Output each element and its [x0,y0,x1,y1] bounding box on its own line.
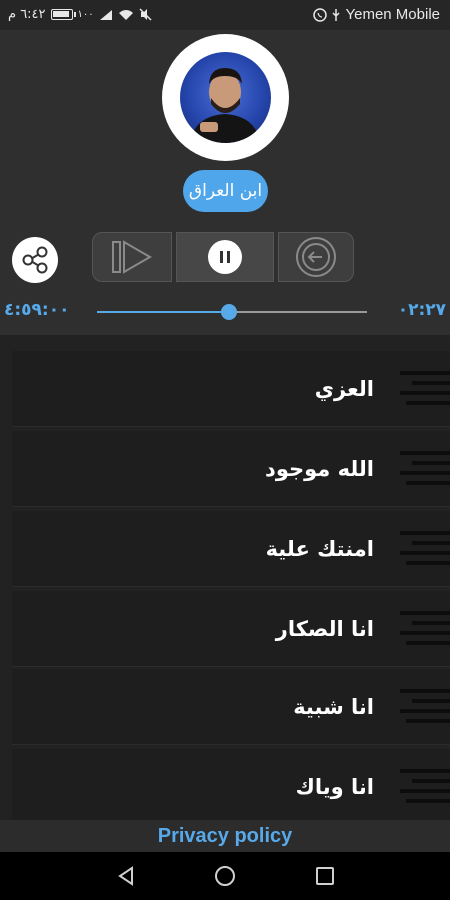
usb-icon [332,8,341,21]
carrier-name: Yemen Mobile [345,6,440,23]
share-icon [22,246,48,274]
song-title: انا وياك [295,774,374,799]
back-button[interactable] [278,232,354,282]
battery-icon [50,9,76,20]
song-list-item[interactable]: انا شبية [12,669,450,745]
pause-icon [208,240,242,274]
seek-bar[interactable] [97,304,367,320]
pause-button[interactable] [176,232,274,282]
nav-home-button[interactable] [213,864,237,888]
privacy-policy-link[interactable]: Privacy policy [158,825,293,848]
nav-recents-icon [316,867,334,885]
mute-icon [139,8,152,21]
song-list-item[interactable]: انا وياك [12,749,450,820]
status-right: Yemen Mobile [313,6,440,23]
system-nav-bar [0,852,450,900]
song-title: الله موجود [265,456,374,481]
signal-icon [99,9,112,20]
artist-avatar [180,52,271,143]
privacy-bar: Privacy policy [0,820,450,852]
nav-recents-button[interactable] [313,864,337,888]
status-left: ٦:٤٢ م ١٠٠ [8,7,152,22]
song-list: العزي الله موجود امنتك علية انا الصكار انا ش… [0,335,450,820]
song-list-item[interactable]: الله موجود [12,431,450,507]
menu-lines-icon[interactable] [400,450,450,487]
menu-lines-icon[interactable] [400,688,450,725]
playback-controls [92,232,358,282]
seek-progress [97,311,230,313]
whatsapp-icon [313,7,328,22]
elapsed-label: ٠٢:٢٧ [397,300,446,320]
duration-label: ٤:٥٩:٠٠ [4,300,70,320]
song-list-item[interactable]: امنتك علية [12,511,450,587]
status-bar: ٦:٤٢ م ١٠٠ Yemen Mobile [0,0,450,30]
nav-home-icon [215,866,235,886]
wifi-icon [118,9,133,20]
menu-lines-icon[interactable] [400,610,450,647]
song-title: امنتك علية [265,536,374,561]
artist-avatar-ring [162,34,289,161]
share-button[interactable] [12,237,58,283]
next-button[interactable] [92,232,172,282]
seek-thumb[interactable] [221,304,238,320]
song-list-item[interactable]: العزي [12,351,450,427]
nav-back-icon [118,866,133,886]
player-header: ابن العراق ٤:٥٩:٠٠ ٠٢:٢٧ [0,30,450,340]
play-next-icon [112,240,153,274]
clock: ٦:٤٢ م [8,7,46,22]
menu-lines-icon[interactable] [400,370,450,407]
menu-lines-icon[interactable] [400,530,450,567]
back-arrow-icon [296,237,336,277]
song-title: العزي [314,376,374,401]
song-title: انا الصكار [275,616,374,641]
menu-lines-icon[interactable] [400,768,450,805]
song-title: انا شبية [293,694,374,719]
battery-percent: ١٠٠ [77,9,94,20]
song-list-item[interactable]: انا الصكار [12,591,450,667]
battery-level [52,11,69,17]
artist-photo-icon [190,68,260,143]
nav-back-button[interactable] [114,864,138,888]
artist-name-button[interactable]: ابن العراق [183,170,268,212]
